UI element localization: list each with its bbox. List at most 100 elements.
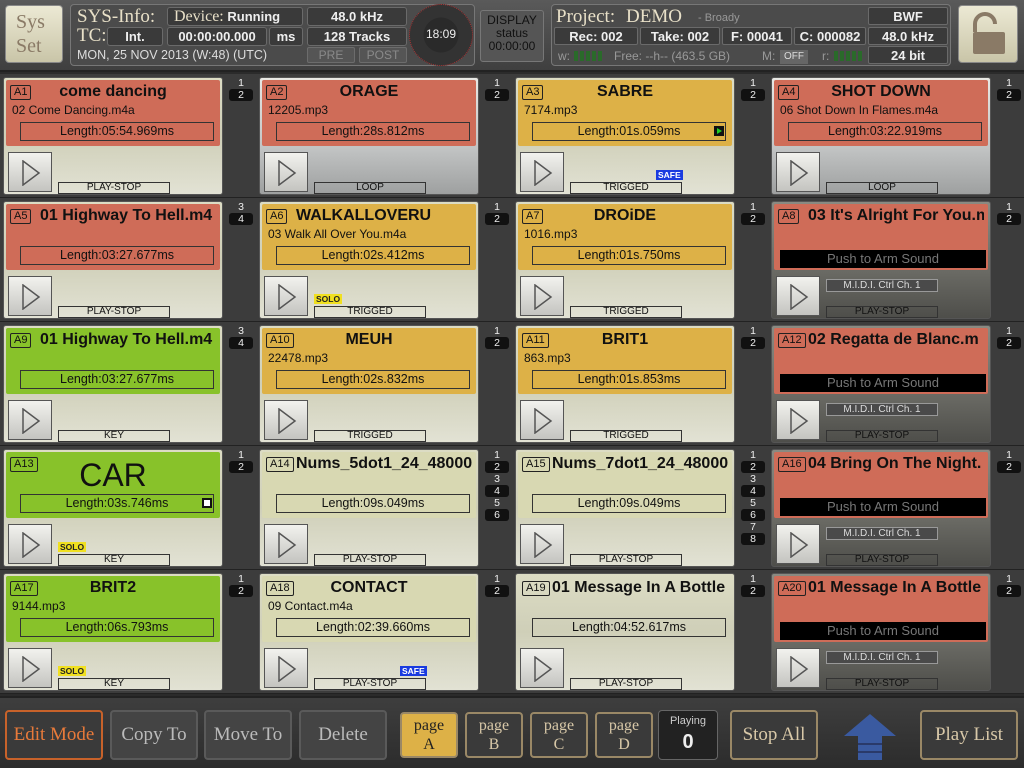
play-button[interactable] bbox=[264, 400, 308, 440]
pad-header[interactable]: A4 SHOT DOWN 06 Shot Down In Flames.m4a Len… bbox=[774, 80, 988, 146]
sound-pad[interactable]: A18 CONTACT 09 Contact.m4a Length:02:39.660… bbox=[259, 573, 479, 691]
sound-pad[interactable]: A4 SHOT DOWN 06 Shot Down In Flames.m4a Len… bbox=[771, 77, 991, 195]
play-button[interactable] bbox=[520, 276, 564, 316]
play-button[interactable] bbox=[776, 400, 820, 440]
sound-pad[interactable]: A8 03 It's Alright For You.m Push to Arm S… bbox=[771, 201, 991, 319]
pad-mode[interactable]: PLAY-STOP bbox=[58, 306, 170, 318]
sound-pad[interactable]: A11 BRIT1 863.mp3 Length:01s.853ms TRIGGED bbox=[515, 325, 735, 443]
pad-mode[interactable]: TRIGGED bbox=[314, 430, 426, 442]
push-to-arm[interactable]: Push to Arm Sound bbox=[780, 374, 986, 392]
sound-pad[interactable]: A19 01 Message In A Bottle Length:04:52.61… bbox=[515, 573, 735, 691]
pad-mode[interactable]: PLAY-STOP bbox=[826, 306, 938, 318]
push-to-arm[interactable]: Push to Arm Sound bbox=[780, 622, 986, 640]
page-b-tab[interactable]: page B bbox=[465, 712, 523, 758]
play-button[interactable] bbox=[776, 276, 820, 316]
pad-mode[interactable]: PLAY-STOP bbox=[826, 430, 938, 442]
pad-mode[interactable]: PLAY-STOP bbox=[314, 554, 426, 566]
pad-mode[interactable]: KEY bbox=[58, 554, 170, 566]
play-list-button[interactable]: Play List bbox=[920, 710, 1018, 760]
stop-all-button[interactable]: Stop All bbox=[730, 710, 818, 760]
play-button[interactable] bbox=[776, 152, 820, 192]
pad-header[interactable]: A17 BRIT2 9144.mp3 Length:06s.793ms bbox=[6, 576, 220, 642]
play-button[interactable] bbox=[520, 524, 564, 564]
display-status-button[interactable]: DISPLAY status 00:00:00 bbox=[480, 10, 544, 62]
play-button[interactable] bbox=[264, 524, 308, 564]
pre-button[interactable]: PRE bbox=[307, 47, 355, 63]
pad-header[interactable]: A19 01 Message In A Bottle Length:04:52.61… bbox=[518, 576, 732, 642]
pad-header[interactable]: A8 03 It's Alright For You.m Push to Arm S… bbox=[774, 204, 988, 270]
pad-mode[interactable]: PLAY-STOP bbox=[314, 678, 426, 690]
pad-mode[interactable]: PLAY-STOP bbox=[570, 678, 682, 690]
pad-header[interactable]: A16 04 Bring On The Night. Push to Arm Sou… bbox=[774, 452, 988, 518]
sound-pad[interactable]: A6 WALKALLOVERU 03 Walk All Over You.m4a Le… bbox=[259, 201, 479, 319]
sound-pad[interactable]: A15 Nums_7dot1_24_48000 Length:09s.049ms PL… bbox=[515, 449, 735, 567]
pad-mode[interactable]: PLAY-STOP bbox=[58, 182, 170, 194]
play-button[interactable] bbox=[776, 524, 820, 564]
play-button[interactable] bbox=[8, 524, 52, 564]
pad-header[interactable]: A9 01 Highway To Hell.m4 Length:03:27.677m… bbox=[6, 328, 220, 394]
pad-header[interactable]: A1 come dancing 02 Come Dancing.m4a Length:… bbox=[6, 80, 220, 146]
m-toggle[interactable]: OFF bbox=[780, 50, 808, 64]
pad-header[interactable]: A12 02 Regatta de Blanc.m Push to Arm Soun… bbox=[774, 328, 988, 394]
pad-header[interactable]: A13 CAR Length:03s.746ms bbox=[6, 452, 220, 518]
play-button[interactable] bbox=[264, 276, 308, 316]
play-button[interactable] bbox=[264, 648, 308, 688]
sound-pad[interactable]: A17 BRIT2 9144.mp3 Length:06s.793ms SOLO KEY bbox=[3, 573, 223, 691]
push-to-arm[interactable]: Push to Arm Sound bbox=[780, 498, 986, 516]
pad-mode[interactable]: TRIGGED bbox=[314, 306, 426, 318]
pad-mode[interactable]: KEY bbox=[58, 678, 170, 690]
pad-mode[interactable]: TRIGGED bbox=[570, 182, 682, 194]
pad-header[interactable]: A20 01 Message In A Bottle Push to Arm Sou… bbox=[774, 576, 988, 642]
sound-pad[interactable]: A12 02 Regatta de Blanc.m Push to Arm Soun… bbox=[771, 325, 991, 443]
pad-header[interactable]: A3 SABRE 7174.mp3 Length:01s.059ms bbox=[518, 80, 732, 146]
play-button[interactable] bbox=[776, 648, 820, 688]
pad-header[interactable]: A7 DROiDE 1016.mp3 Length:01s.750ms bbox=[518, 204, 732, 270]
pad-mode[interactable]: KEY bbox=[58, 430, 170, 442]
play-button[interactable] bbox=[8, 648, 52, 688]
sound-pad[interactable]: A3 SABRE 7174.mp3 Length:01s.059ms SAFE TRIGG… bbox=[515, 77, 735, 195]
sound-pad[interactable]: A9 01 Highway To Hell.m4 Length:03:27.677m… bbox=[3, 325, 223, 443]
page-c-tab[interactable]: page C bbox=[530, 712, 588, 758]
play-button[interactable] bbox=[520, 400, 564, 440]
sound-pad[interactable]: A13 CAR Length:03s.746ms SOLO KEY bbox=[3, 449, 223, 567]
play-button[interactable] bbox=[520, 648, 564, 688]
sound-pad[interactable]: A10 MEUH 22478.mp3 Length:02s.832ms TRIGGED bbox=[259, 325, 479, 443]
post-button[interactable]: POST bbox=[359, 47, 407, 63]
sound-pad[interactable]: A1 come dancing 02 Come Dancing.m4a Length:… bbox=[3, 77, 223, 195]
pad-header[interactable]: A10 MEUH 22478.mp3 Length:02s.832ms bbox=[262, 328, 476, 394]
pad-header[interactable]: A18 CONTACT 09 Contact.m4a Length:02:39.660… bbox=[262, 576, 476, 642]
sound-pad[interactable]: A20 01 Message In A Bottle Push to Arm Sou… bbox=[771, 573, 991, 691]
lock-button[interactable] bbox=[958, 5, 1018, 63]
edit-mode-button[interactable]: Edit Mode bbox=[5, 710, 103, 760]
play-button[interactable] bbox=[264, 152, 308, 192]
play-button[interactable] bbox=[8, 152, 52, 192]
sys-set-button[interactable]: Sys Set bbox=[5, 5, 63, 63]
pad-header[interactable]: A15 Nums_7dot1_24_48000 Length:09s.049ms bbox=[518, 452, 732, 518]
pad-mode[interactable]: TRIGGED bbox=[570, 306, 682, 318]
pad-mode[interactable]: PLAY-STOP bbox=[570, 554, 682, 566]
pad-header[interactable]: A5 01 Highway To Hell.m4 Length:03:27.677m… bbox=[6, 204, 220, 270]
pad-header[interactable]: A11 BRIT1 863.mp3 Length:01s.853ms bbox=[518, 328, 732, 394]
delete-button[interactable]: Delete bbox=[299, 710, 387, 760]
pad-mode[interactable]: PLAY-STOP bbox=[826, 678, 938, 690]
sound-pad[interactable]: A5 01 Highway To Hell.m4 Length:03:27.677m… bbox=[3, 201, 223, 319]
copy-to-button[interactable]: Copy To bbox=[110, 710, 198, 760]
sound-pad[interactable]: A16 04 Bring On The Night. Push to Arm Sou… bbox=[771, 449, 991, 567]
sound-pad[interactable]: A2 ORAGE 12205.mp3 Length:28s.812ms LOOP bbox=[259, 77, 479, 195]
scroll-up-button[interactable] bbox=[842, 712, 898, 762]
page-a-tab[interactable]: page A bbox=[400, 712, 458, 758]
pad-mode[interactable]: LOOP bbox=[826, 182, 938, 194]
sound-pad[interactable]: A7 DROiDE 1016.mp3 Length:01s.750ms TRIGGED bbox=[515, 201, 735, 319]
tc-source[interactable]: Int. bbox=[107, 27, 163, 46]
page-d-tab[interactable]: page D bbox=[595, 712, 653, 758]
play-button[interactable] bbox=[8, 400, 52, 440]
push-to-arm[interactable]: Push to Arm Sound bbox=[780, 250, 986, 268]
move-to-button[interactable]: Move To bbox=[204, 710, 292, 760]
play-button[interactable] bbox=[520, 152, 564, 192]
pad-mode[interactable]: LOOP bbox=[314, 182, 426, 194]
sound-pad[interactable]: A14 Nums_5dot1_24_48000 Length:09s.049ms PL… bbox=[259, 449, 479, 567]
pad-header[interactable]: A6 WALKALLOVERU 03 Walk All Over You.m4a Le… bbox=[262, 204, 476, 270]
pad-header[interactable]: A14 Nums_5dot1_24_48000 Length:09s.049ms bbox=[262, 452, 476, 518]
play-button[interactable] bbox=[8, 276, 52, 316]
pad-mode[interactable]: TRIGGED bbox=[570, 430, 682, 442]
